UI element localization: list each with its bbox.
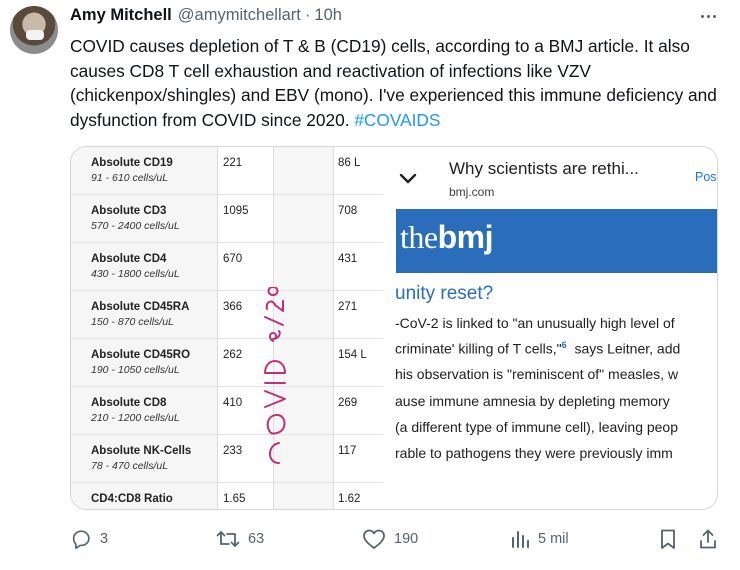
lab-reference-range: 210 - 1200 cells/uL	[91, 412, 180, 424]
media-image[interactable]: Absolute CD19 91 - 610 cells/uL 221 86 L Abs…	[70, 146, 718, 510]
hashtag-link[interactable]: #COVAIDS	[354, 110, 440, 130]
views-count: 5 mil	[538, 531, 569, 547]
card-text-line: his observation is "reminiscent of" meas…	[395, 366, 679, 382]
card-text-line: -CoV-2 is linked to "an unusually high l…	[395, 315, 675, 331]
avatar[interactable]	[10, 6, 58, 54]
card-text-line: criminate' killing of T cells,"6 says Le…	[395, 340, 681, 357]
action-bar: 3 63 190 5 mil	[0, 524, 740, 554]
tweet-text: COVID causes depletion of T & B (CD19) c…	[70, 34, 720, 132]
card-text-line: rable to pathogens they were previously …	[395, 445, 673, 461]
views-button[interactable]: 5 mil	[510, 524, 569, 554]
lab-reference-range: 78 - 470 cells/uL	[91, 460, 169, 472]
lab-test-name: Absolute CD45RA	[91, 301, 190, 313]
lab-reference-range: 570 - 2400 cells/uL	[91, 220, 180, 232]
bmj-banner: thebmj	[396, 209, 717, 273]
lab-reference-range: 150 - 870 cells/uL	[91, 316, 174, 328]
lab-test-name: Absolute CD3	[91, 205, 167, 217]
lab-value-before: 366	[223, 301, 243, 313]
author-handle[interactable]: @amymitchellart	[178, 6, 301, 25]
timestamp[interactable]: 10h	[314, 6, 342, 25]
lab-value-before: 410	[223, 397, 243, 409]
lab-value-before: 233	[223, 445, 243, 457]
bookmark-button[interactable]	[658, 524, 678, 554]
lab-row: CD4:CD8 Ratio 1.65 1.62	[71, 483, 383, 509]
reply-count: 3	[100, 531, 109, 547]
chevron-down-icon	[399, 173, 417, 184]
bookmark-icon	[661, 529, 675, 549]
tweet-header: Amy Mitchell @amymitchellart · 10h	[70, 6, 342, 28]
repost-icon	[216, 531, 240, 547]
lab-row: Absolute CD3 570 - 2400 cells/uL 1095 708	[71, 195, 383, 243]
heart-icon	[363, 529, 385, 549]
handwritten-annotation	[264, 287, 286, 464]
lab-results-photo: Absolute CD19 91 - 610 cells/uL 221 86 L Abs…	[71, 147, 383, 509]
author-name[interactable]: Amy Mitchell	[70, 6, 172, 25]
reply-button[interactable]: 3	[70, 524, 108, 554]
share-button[interactable]	[698, 524, 718, 554]
lab-test-name: Absolute CD19	[91, 157, 173, 169]
lab-value-before: 262	[223, 349, 243, 361]
more-options-icon[interactable]	[697, 8, 719, 24]
link-card-screenshot: Why scientists are rethi... bmj.com Pos …	[383, 147, 717, 509]
tweet: Amy Mitchell @amymitchellart · 10h COVID…	[0, 0, 740, 570]
views-icon	[512, 531, 529, 548]
card-domain: bmj.com	[449, 185, 495, 199]
lab-value-before: 1095	[223, 205, 249, 217]
repost-count: 63	[248, 531, 265, 547]
lab-reference-range: 430 - 1800 cells/uL	[91, 268, 180, 280]
lab-value-before: 670	[223, 253, 243, 265]
card-text-line: (a different type of immune cell), leavi…	[395, 419, 679, 435]
repost-button[interactable]: 63	[216, 524, 264, 554]
lab-test-name: Absolute CD8	[91, 397, 167, 409]
lab-test-name: Absolute NK-Cells	[91, 445, 192, 457]
card-title: Why scientists are rethi...	[449, 159, 639, 178]
like-count: 190	[394, 531, 419, 547]
share-icon	[700, 529, 716, 549]
lab-row: Absolute CD19 91 - 610 cells/uL 221 86 L	[71, 147, 383, 195]
lab-value-before: 1.65	[223, 493, 246, 505]
like-button[interactable]: 190	[362, 524, 418, 554]
separator-dot: ·	[304, 6, 311, 24]
lab-value-after: 431	[338, 253, 358, 265]
card-post-label: Pos	[695, 170, 717, 184]
lab-value-after: 708	[338, 205, 358, 217]
card-text-line: ause immune amnesia by depleting memory	[395, 393, 670, 409]
card-subheading: unity reset?	[395, 283, 494, 304]
lab-value-after: 1.62	[338, 493, 361, 505]
lab-test-name: Absolute CD4	[91, 253, 167, 265]
lab-reference-range: 190 - 1050 cells/uL	[91, 364, 180, 376]
lab-test-name: Absolute CD45RO	[91, 349, 191, 361]
bmj-logo: thebmj	[400, 219, 493, 255]
lab-row: Absolute CD4 430 - 1800 cells/uL 670 431	[71, 243, 383, 291]
lab-test-name: CD4:CD8 Ratio	[91, 493, 173, 505]
lab-value-before: 221	[223, 157, 243, 169]
reply-icon	[72, 530, 90, 549]
lab-value-after: 86 L	[338, 157, 361, 169]
lab-reference-range: 91 - 610 cells/uL	[91, 172, 169, 184]
